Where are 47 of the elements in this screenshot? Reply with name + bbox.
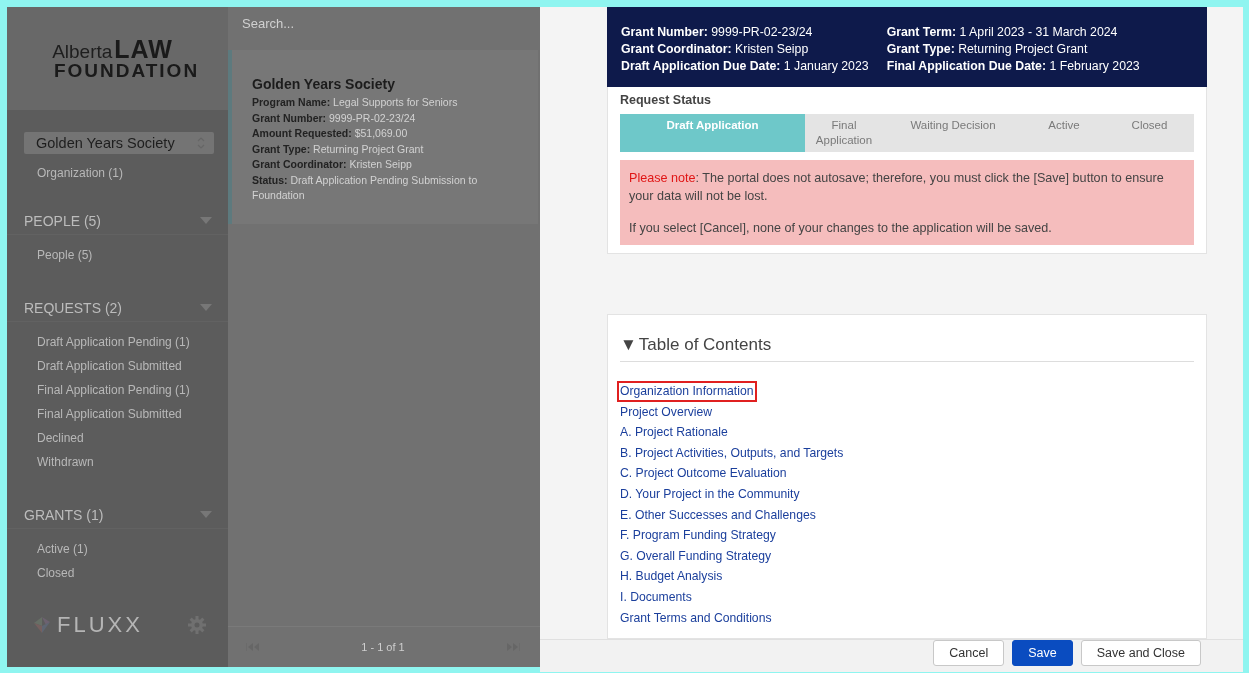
status-step: Active — [1023, 114, 1105, 152]
brand-logo-icon — [33, 616, 51, 634]
page-range: 1 - 1 of 1 — [361, 641, 405, 653]
card-field: Grant Number: 9999-PR-02-23/24 — [252, 110, 518, 126]
grant-detail: Grant Coordinator: Kristen Seipp — [621, 41, 810, 58]
status-step: Closed — [1105, 114, 1194, 152]
toc-link[interactable]: Grant Terms and Conditions — [617, 607, 776, 629]
grant-detail: Final Application Due Date: 1 February 2023 — [886, 58, 1140, 75]
card-field: Grant Type: Returning Project Grant — [252, 141, 518, 157]
toc-link[interactable]: F. Program Funding Strategy — [617, 525, 780, 546]
status-step: Draft Application — [620, 114, 805, 152]
toc-link[interactable]: C. Project Outcome Evaluation — [617, 463, 791, 484]
toc-link[interactable]: Project Overview — [617, 401, 717, 423]
organization-select[interactable]: Golden Years Society — [24, 132, 214, 154]
card-field: Grant Coordinator: Kristen Seipp — [252, 157, 518, 173]
toc-link[interactable]: D. Your Project in the Community — [617, 483, 804, 505]
brand-name: FLUXX — [57, 612, 143, 638]
toc-title[interactable]: ▼Table of Contents — [620, 335, 1194, 362]
grant-detail: Grant Term: 1 April 2023 - 31 March 2024 — [886, 24, 1119, 41]
toc-link[interactable]: Organization Information — [617, 381, 758, 402]
toc-link[interactable]: G. Overall Funding Strategy — [617, 545, 776, 567]
section-header[interactable]: GRANTS (1) — [7, 502, 228, 529]
section-header[interactable]: REQUESTS (2) — [7, 295, 228, 322]
action-button[interactable]: Cancel — [933, 640, 1005, 667]
toc-link[interactable]: A. Project Rationale — [617, 422, 732, 443]
toc-link[interactable]: B. Project Activities, Outputs, and Targets — [617, 442, 848, 464]
card-field: Status: Draft Application Pending Submission to Foundation — [252, 172, 518, 204]
toc-link[interactable]: I. Documents — [617, 586, 696, 608]
search-field[interactable]: Search... — [242, 13, 526, 33]
status-step: Waiting Decision — [883, 114, 1023, 152]
toc-link[interactable]: E. Other Successes and Challenges — [617, 504, 820, 526]
card-title: Golden Years Society — [252, 76, 396, 92]
grant-detail: Draft Application Due Date: 1 January 2023 — [621, 58, 869, 75]
status-step: Final Application — [805, 114, 883, 152]
card-field: Amount Requested: $51,069.00 — [252, 126, 518, 142]
card-field: Program Name: Legal Supports for Seniors — [252, 95, 518, 111]
grant-detail: Grant Type: Returning Project Grant — [886, 41, 1089, 58]
logo-text: Alberta — [52, 41, 113, 63]
grant-detail: Grant Number: 9999-PR-02-23/24 — [621, 24, 814, 41]
notice-text: If you select [Cancel], none of your changes to the application will be saved. — [629, 220, 1053, 237]
notice-text: Please note: The portal does not autosave; therefore, you must click the [Save] button to ensure your data will not be lost. — [629, 170, 1165, 205]
action-button[interactable]: Save and Close — [1080, 640, 1201, 667]
request-card[interactable] — [228, 50, 538, 224]
section-title: Request Status — [620, 93, 712, 107]
action-button[interactable]: Save — [1012, 640, 1073, 667]
section-header[interactable]: PEOPLE (5) — [7, 208, 228, 235]
toc-link[interactable]: H. Budget Analysis — [617, 566, 727, 587]
